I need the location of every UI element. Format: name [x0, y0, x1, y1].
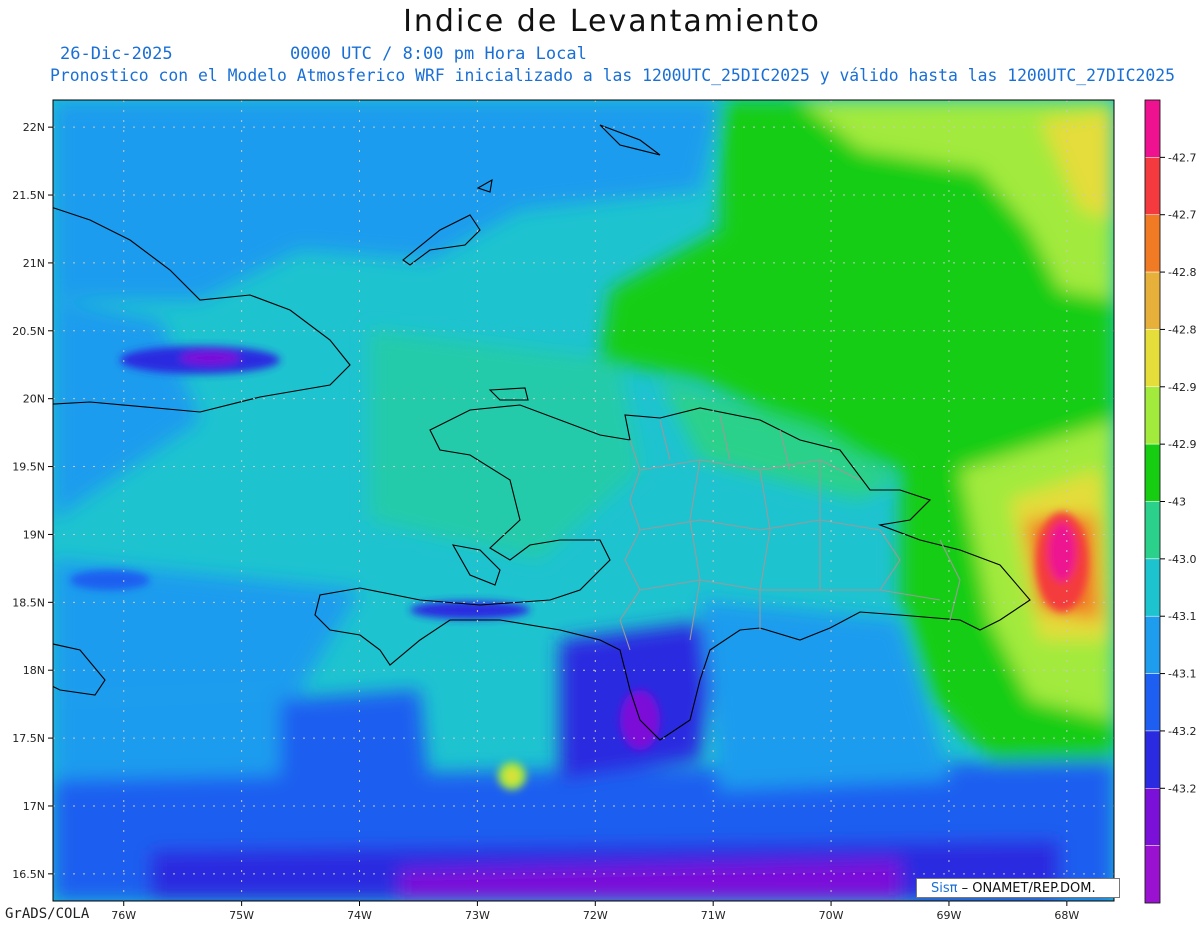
credit-text: – ONAMET/REP.DOM. — [961, 881, 1096, 896]
x-axis: 76W 75W 74W 73W 72W 71W 70W 69W 68W — [111, 901, 1079, 922]
x-tick-label: 70W — [819, 909, 844, 922]
colorbar-swatch — [1144, 329, 1161, 388]
colorbar-label: -42.9 — [1168, 381, 1196, 394]
x-tick-label: 75W — [229, 909, 254, 922]
colorbar-swatch — [1144, 157, 1161, 215]
x-tick-label: 68W — [1054, 909, 1079, 922]
y-tick-label: 20N — [23, 393, 45, 406]
heatmap-field — [53, 100, 1114, 901]
x-tick-label: 69W — [937, 909, 962, 922]
colorbar-swatch — [1144, 501, 1161, 560]
sispi-logo: Sisπ — [931, 881, 958, 896]
y-tick-label: 22N — [23, 121, 45, 134]
colorbar-swatch — [1144, 214, 1161, 273]
colorbar-label: -43.2 — [1168, 782, 1196, 795]
colorbar-swatch — [1144, 99, 1161, 158]
y-tick-label: 21.5N — [12, 189, 45, 202]
colorbar-label: -42.9 — [1168, 438, 1196, 451]
colorbar-swatch — [1144, 730, 1161, 789]
y-tick-label: 17.5N — [12, 732, 45, 745]
colorbar-label: -43.1 — [1168, 668, 1196, 681]
colorbar-swatch — [1144, 386, 1161, 445]
y-tick-label: 19.5N — [12, 461, 45, 474]
colorbar-swatch — [1144, 788, 1161, 846]
colorbar-label: -42.8 — [1168, 323, 1196, 336]
y-tick-label: 21N — [23, 257, 45, 270]
colorbar-swatch — [1144, 443, 1161, 502]
colorbar-label: -43.1 — [1168, 610, 1196, 623]
colorbar-label: -43.0 — [1168, 553, 1196, 566]
y-tick-label: 18.5N — [12, 596, 45, 609]
colorbar-swatch — [1144, 271, 1161, 330]
colorbar-label: -43 — [1168, 496, 1186, 509]
colorbar-swatch — [1144, 615, 1161, 674]
colorbar-label: -42.7 — [1168, 151, 1196, 164]
colorbar-label: -42.7 — [1168, 209, 1196, 222]
y-tick-label: 16.5N — [12, 868, 45, 881]
x-tick-label: 72W — [583, 909, 608, 922]
x-tick-label: 76W — [111, 909, 136, 922]
colorbar-swatch — [1144, 558, 1161, 617]
y-axis: 22N 21.5N 21N 20.5N 20N 19.5N 19N 18.5N 18N 17.5N… — [12, 121, 53, 881]
colorbar-label: -43.2 — [1168, 725, 1196, 738]
y-tick-label: 19N — [23, 528, 45, 541]
colorbar: -42.7 -42.7 -42.8 -42.8 -42.9 -42.9 -43 -43.0 -4… — [1144, 99, 1196, 904]
colorbar-label: -42.8 — [1168, 266, 1196, 279]
colorbar-swatch — [1144, 845, 1161, 904]
software-label: GrADS/COLA — [5, 906, 90, 922]
x-tick-label: 74W — [347, 909, 372, 922]
credit-box: Sisπ – ONAMET/REP.DOM. — [916, 878, 1120, 898]
lifted-index-map: 76W 75W 74W 73W 72W 71W 70W 69W 68W 22N21.5N21N2… — [12, 99, 1196, 922]
colorbar-swatch — [1144, 673, 1161, 732]
x-tick-label: 71W — [701, 909, 726, 922]
y-tick-label: 20.5N — [12, 325, 45, 338]
y-tick-label: 18N — [23, 664, 45, 677]
x-tick-label: 73W — [465, 909, 490, 922]
y-tick-label: 17N — [23, 800, 45, 813]
